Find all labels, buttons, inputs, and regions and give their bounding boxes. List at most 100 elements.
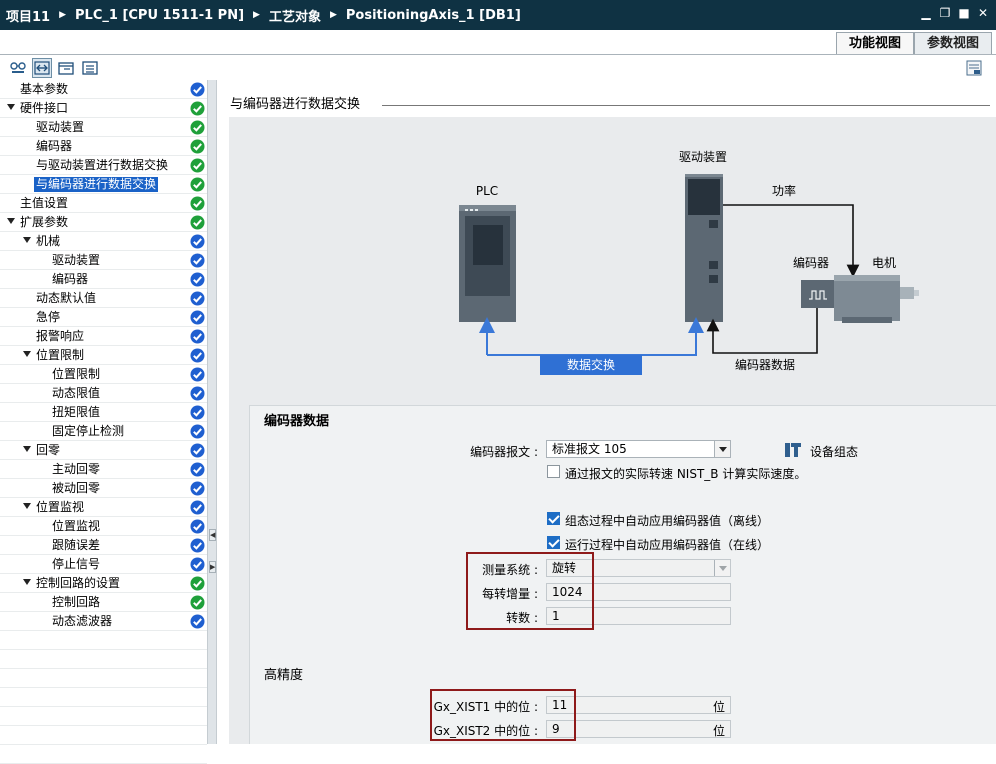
- tree-item-label: 回零: [36, 443, 61, 457]
- status-ok-green-icon: [190, 177, 205, 192]
- tree-item[interactable]: 急停: [0, 308, 207, 327]
- breadcrumb-plc[interactable]: PLC_1 [CPU 1511-1 PN]: [75, 8, 244, 23]
- tree-item-label: 急停: [36, 310, 61, 324]
- tree-empty-row: [0, 631, 207, 650]
- status-ok-blue-icon: [190, 291, 205, 306]
- status-ok-blue-icon: [190, 329, 205, 344]
- tree-item[interactable]: 扩展参数: [0, 213, 207, 232]
- device-configuration-icon[interactable]: [784, 441, 802, 459]
- tree-item[interactable]: 跟随误差: [0, 536, 207, 555]
- tree-empty-row: [0, 707, 207, 726]
- tree-item[interactable]: 控制回路: [0, 593, 207, 612]
- auto-apply-online-checkbox[interactable]: [547, 536, 560, 549]
- tree-item-label: 与驱动装置进行数据交换: [36, 158, 169, 172]
- chevron-down-icon[interactable]: [714, 560, 730, 576]
- view-tabs: 功能视图 参数视图: [835, 32, 992, 54]
- encoder-data-title: 编码器数据: [264, 414, 330, 429]
- minimize-icon[interactable]: ▁: [919, 6, 933, 20]
- xist1-unit: 位: [713, 700, 726, 714]
- tab-parameter-view[interactable]: 参数视图: [913, 32, 992, 54]
- collapse-left-icon[interactable]: ◀: [209, 529, 216, 541]
- tree-item[interactable]: 编码器: [0, 137, 207, 156]
- expand-all-icon[interactable]: [56, 58, 76, 78]
- tree-item[interactable]: 停止信号: [0, 555, 207, 574]
- expand-arrow-icon[interactable]: [23, 351, 31, 357]
- highlight-box-precision: [430, 689, 576, 741]
- tree-item[interactable]: 位置监视: [0, 498, 207, 517]
- tree-item-label: 扭矩限值: [52, 405, 101, 419]
- expand-right-icon[interactable]: ▶: [209, 561, 216, 573]
- maximize-icon[interactable]: ■: [957, 6, 971, 20]
- status-ok-green-icon: [190, 158, 205, 173]
- tree-item[interactable]: 位置监视: [0, 517, 207, 536]
- tree-item[interactable]: 驱动装置: [0, 118, 207, 137]
- status-ok-blue-icon: [190, 462, 205, 477]
- divider: [0, 54, 996, 55]
- expand-arrow-icon[interactable]: [23, 503, 31, 509]
- window-controls: ▁ ❐ ■ ✕: [919, 6, 990, 20]
- splitter[interactable]: ◀ ▶: [207, 80, 217, 744]
- glasses-icon[interactable]: [8, 58, 28, 78]
- tree-item[interactable]: 回零: [0, 441, 207, 460]
- tree-item[interactable]: 固定停止检测: [0, 422, 207, 441]
- tree-item[interactable]: 基本参数: [0, 80, 207, 99]
- tree-item[interactable]: 扭矩限值: [0, 403, 207, 422]
- status-ok-blue-icon: [190, 500, 205, 515]
- auto-apply-offline-checkbox[interactable]: [547, 512, 560, 525]
- breadcrumb-separator-icon: ▶: [329, 10, 337, 20]
- status-ok-blue-icon: [190, 481, 205, 496]
- tree-item-label: 驱动装置: [52, 253, 101, 267]
- tree-item[interactable]: 驱动装置: [0, 251, 207, 270]
- tree-item-label: 编码器: [36, 139, 73, 153]
- auto-apply-online-label: 运行过程中自动应用编码器值（在线）: [565, 538, 770, 552]
- tree-item[interactable]: 位置限制: [0, 365, 207, 384]
- tree-item[interactable]: 主值设置: [0, 194, 207, 213]
- expand-arrow-icon[interactable]: [7, 104, 15, 110]
- precision-title: 高精度: [264, 668, 304, 683]
- breadcrumb-axis[interactable]: PositioningAxis_1 [DB1]: [346, 8, 521, 23]
- tree-item-label: 固定停止检测: [52, 424, 125, 438]
- tree-item[interactable]: 主动回零: [0, 460, 207, 479]
- tree-item-label: 控制回路的设置: [36, 576, 121, 590]
- nist-speed-checkbox[interactable]: [547, 465, 560, 478]
- tree-item[interactable]: 被动回零: [0, 479, 207, 498]
- expand-arrow-icon[interactable]: [23, 237, 31, 243]
- tree-item-label: 编码器: [52, 272, 89, 286]
- breadcrumb-project[interactable]: 项目11: [6, 6, 50, 25]
- tree-item[interactable]: 与驱动装置进行数据交换: [0, 156, 207, 175]
- status-ok-blue-icon: [190, 310, 205, 325]
- telegram-select[interactable]: 标准报文 105: [546, 440, 731, 458]
- status-ok-blue-icon: [190, 614, 205, 629]
- link-sync-icon[interactable]: [32, 58, 52, 78]
- expand-arrow-icon[interactable]: [7, 218, 15, 224]
- tree-item[interactable]: 动态默认值: [0, 289, 207, 308]
- tree-item[interactable]: 动态限值: [0, 384, 207, 403]
- tree-empty-row: [0, 745, 207, 764]
- restore-icon[interactable]: ❐: [938, 6, 952, 20]
- telegram-value: 标准报文 105: [552, 442, 627, 456]
- status-ok-green-icon: [190, 101, 205, 116]
- tree-item[interactable]: 硬件接口: [0, 99, 207, 118]
- collapse-all-icon[interactable]: [80, 58, 100, 78]
- device-configuration-link[interactable]: 设备组态: [810, 443, 858, 460]
- panel-options-icon[interactable]: [966, 60, 982, 76]
- status-ok-green-icon: [190, 576, 205, 591]
- chevron-down-icon[interactable]: [714, 441, 730, 457]
- encoder-label: 编码器: [793, 255, 829, 270]
- tree-item[interactable]: 与编码器进行数据交换: [0, 175, 207, 194]
- expand-arrow-icon[interactable]: [23, 446, 31, 452]
- breadcrumb-technology-objects[interactable]: 工艺对象: [269, 6, 321, 25]
- tree-item[interactable]: 编码器: [0, 270, 207, 289]
- tree-item[interactable]: 机械: [0, 232, 207, 251]
- status-ok-blue-icon: [190, 519, 205, 534]
- tree-item-label: 驱动装置: [36, 120, 85, 134]
- tree-item[interactable]: 控制回路的设置: [0, 574, 207, 593]
- tree-item[interactable]: 报警响应: [0, 327, 207, 346]
- tree-item[interactable]: 位置限制: [0, 346, 207, 365]
- tab-function-view[interactable]: 功能视图: [835, 32, 914, 54]
- plc-label: PLC: [476, 184, 498, 198]
- expand-arrow-icon[interactable]: [23, 579, 31, 585]
- tree-item[interactable]: 动态滤波器: [0, 612, 207, 631]
- breadcrumb-separator-icon: ▶: [253, 10, 260, 20]
- close-icon[interactable]: ✕: [976, 6, 990, 20]
